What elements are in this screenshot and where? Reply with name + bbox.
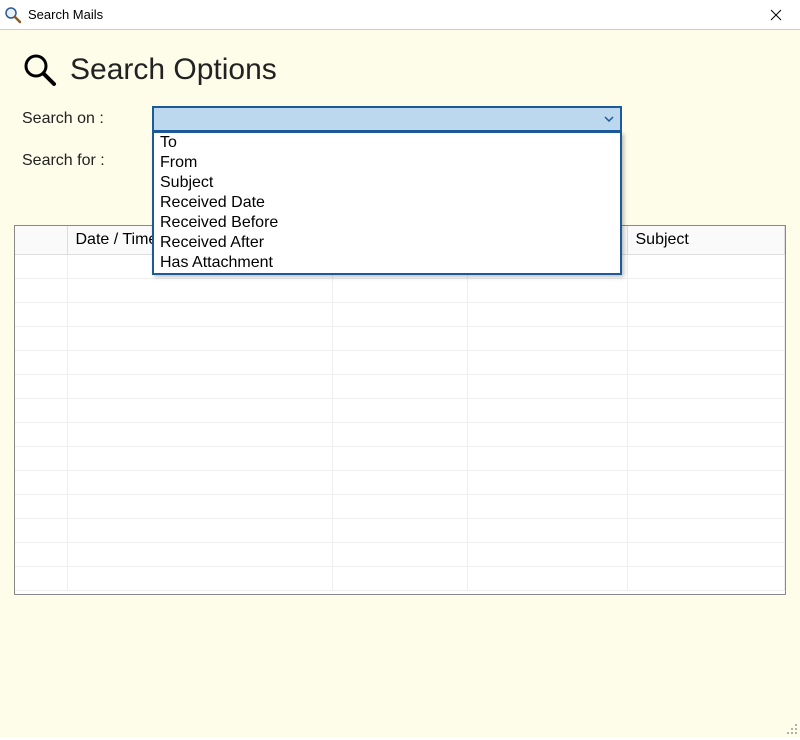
table-row [15, 302, 785, 326]
dropdown-option-from[interactable]: From [154, 153, 620, 173]
table-row [15, 422, 785, 446]
dropdown-option-received-date[interactable]: Received Date [154, 193, 620, 213]
table-row [15, 278, 785, 302]
page-header: Search Options [0, 30, 800, 106]
dropdown-option-received-after[interactable]: Received After [154, 233, 620, 253]
close-icon [770, 9, 782, 21]
results-table: Date / Time From To Subject [15, 226, 785, 591]
col-header-subject[interactable]: Subject [627, 226, 785, 254]
col-header-icon[interactable] [15, 226, 67, 254]
table-row [15, 350, 785, 374]
search-on-dropdown-list: To From Subject Received Date Received B… [152, 132, 622, 275]
dropdown-option-has-attachment[interactable]: Has Attachment [154, 253, 620, 273]
table-row [15, 566, 785, 590]
table-row [15, 518, 785, 542]
table-row [15, 470, 785, 494]
content-panel: Search Options Search on : To From Subje… [0, 30, 800, 737]
table-row [15, 374, 785, 398]
magnifier-icon [22, 52, 58, 88]
search-for-label: Search for : [22, 152, 152, 170]
table-row [15, 326, 785, 350]
search-on-label: Search on : [22, 110, 152, 128]
dropdown-option-received-before[interactable]: Received Before [154, 213, 620, 233]
window-title: Search Mails [28, 7, 756, 22]
titlebar: Search Mails [0, 0, 800, 30]
close-button[interactable] [756, 1, 796, 29]
chevron-down-icon [604, 116, 614, 122]
dropdown-option-subject[interactable]: Subject [154, 173, 620, 193]
table-row [15, 446, 785, 470]
table-row [15, 494, 785, 518]
magnifier-icon [4, 6, 22, 24]
resize-grip-icon[interactable] [784, 721, 798, 735]
search-on-dropdown[interactable] [152, 106, 622, 132]
results-table-body [15, 254, 785, 590]
table-row [15, 542, 785, 566]
results-table-container: Date / Time From To Subject [14, 225, 786, 595]
page-title: Search Options [70, 53, 277, 87]
dropdown-option-to[interactable]: To [154, 133, 620, 153]
table-row [15, 398, 785, 422]
search-on-row: Search on : To From Subject Received Dat… [0, 106, 800, 132]
